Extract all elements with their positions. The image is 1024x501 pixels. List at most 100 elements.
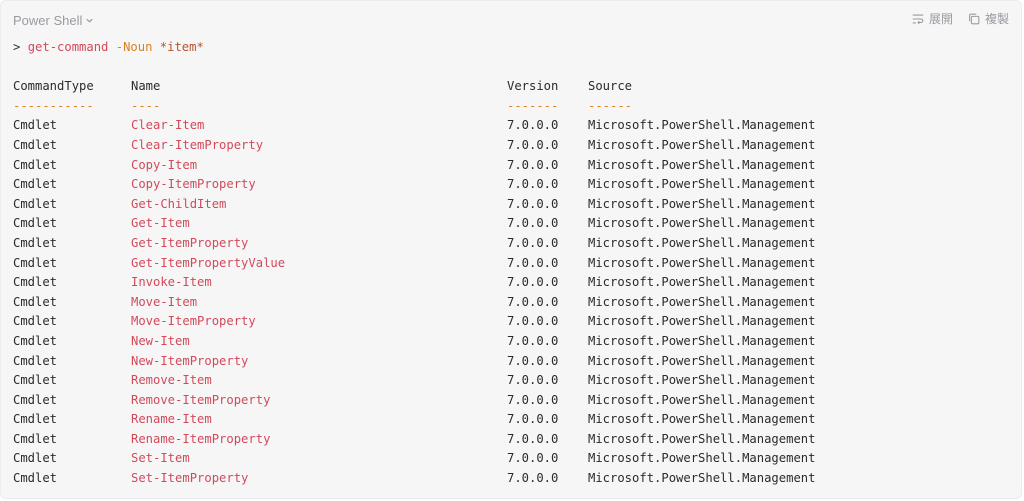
cell-version: 7.0.0.0 <box>507 451 559 466</box>
cell-version: 7.0.0.0 <box>507 118 559 133</box>
cell-name: Copy-ItemProperty <box>131 177 256 192</box>
cell-name: Get-ChildItem <box>131 196 227 211</box>
cell-commandtype: Cmdlet <box>13 255 58 270</box>
cell-version: 7.0.0.0 <box>507 137 559 152</box>
cell-source: Microsoft.PowerShell.Management <box>588 373 816 388</box>
language-label: Power Shell <box>13 13 83 28</box>
table-body: Cmdlet Clear-Item 7.0.0.0 Microsoft.PowerSh… <box>13 116 815 488</box>
cell-source: Microsoft.PowerShell.Management <box>588 157 816 172</box>
table-row: Cmdlet New-Item 7.0.0.0 Microsoft.PowerShel… <box>13 332 815 352</box>
copy-button[interactable]: 複製 <box>967 10 1009 27</box>
cell-source: Microsoft.PowerShell.Management <box>588 137 816 152</box>
command-line: > get-command -Noun *item* <box>13 38 815 58</box>
cell-commandtype: Cmdlet <box>13 373 58 388</box>
cell-commandtype: Cmdlet <box>13 235 58 250</box>
cell-name: Clear-ItemProperty <box>131 137 264 152</box>
prompt-symbol: > <box>13 40 21 54</box>
table-row: Cmdlet Set-Item 7.0.0.0 Microsoft.PowerShel… <box>13 449 815 469</box>
cell-version: 7.0.0.0 <box>507 235 559 250</box>
cell-version: 7.0.0.0 <box>507 471 559 486</box>
table-underline: ----------- ---- ------- ------ <box>13 97 815 117</box>
cell-name: Get-ItemProperty <box>131 235 249 250</box>
cell-commandtype: Cmdlet <box>13 333 58 348</box>
cell-version: 7.0.0.0 <box>507 157 559 172</box>
cell-commandtype: Cmdlet <box>13 196 58 211</box>
cell-name: Remove-Item <box>131 373 212 388</box>
cell-source: Microsoft.PowerShell.Management <box>588 392 816 407</box>
cell-version: 7.0.0.0 <box>507 333 559 348</box>
cell-commandtype: Cmdlet <box>13 275 58 290</box>
cell-name: Rename-ItemProperty <box>131 431 271 446</box>
cell-commandtype: Cmdlet <box>13 314 58 329</box>
cell-commandtype: Cmdlet <box>13 118 58 133</box>
cell-version: 7.0.0.0 <box>507 314 559 329</box>
cell-commandtype: Cmdlet <box>13 157 58 172</box>
table-row: Cmdlet Clear-Item 7.0.0.0 Microsoft.PowerSh… <box>13 116 815 136</box>
table-row: Cmdlet Get-ChildItem 7.0.0.0 Microsoft.Powe… <box>13 195 815 215</box>
cell-version: 7.0.0.0 <box>507 294 559 309</box>
wrap-lines-icon <box>912 14 924 24</box>
table-row: Cmdlet Copy-ItemProperty 7.0.0.0 Microsoft.… <box>13 175 815 195</box>
code-actions: 展開 複製 <box>911 10 1009 27</box>
copy-icon <box>969 13 980 24</box>
cell-name: Invoke-Item <box>131 275 212 290</box>
cell-commandtype: Cmdlet <box>13 431 58 446</box>
table-header: CommandType Name Version Source <box>13 77 815 97</box>
cell-source: Microsoft.PowerShell.Management <box>588 216 816 231</box>
cell-source: Microsoft.PowerShell.Management <box>588 118 816 133</box>
cell-source: Microsoft.PowerShell.Management <box>588 235 816 250</box>
table-row: Cmdlet Get-ItemPropertyValue 7.0.0.0 Micros… <box>13 254 815 274</box>
underline-version: ------- <box>507 98 559 113</box>
header-version: Version <box>507 79 559 94</box>
cell-version: 7.0.0.0 <box>507 255 559 270</box>
table-row: Cmdlet Set-ItemProperty 7.0.0.0 Microsoft.P… <box>13 469 815 489</box>
cell-name: New-Item <box>131 333 190 348</box>
header-commandtype: CommandType <box>13 79 94 94</box>
cell-name: Get-Item <box>131 216 190 231</box>
cell-name: Get-ItemPropertyValue <box>131 255 286 270</box>
cell-version: 7.0.0.0 <box>507 431 559 446</box>
cell-source: Microsoft.PowerShell.Management <box>588 314 816 329</box>
header-source: Source <box>588 79 633 94</box>
expand-button[interactable]: 展開 <box>911 10 953 27</box>
header-name: Name <box>131 79 161 94</box>
table-row: Cmdlet Rename-ItemProperty 7.0.0.0 Microsof… <box>13 430 815 450</box>
cell-version: 7.0.0.0 <box>507 412 559 427</box>
table-row: Cmdlet New-ItemProperty 7.0.0.0 Microsoft.P… <box>13 352 815 372</box>
cell-commandtype: Cmdlet <box>13 137 58 152</box>
command-parameter: -Noun <box>115 40 153 54</box>
command-argument: *item* <box>159 40 204 54</box>
cell-commandtype: Cmdlet <box>13 353 58 368</box>
cell-name: Copy-Item <box>131 157 198 172</box>
cell-commandtype: Cmdlet <box>13 177 58 192</box>
underline-name: ---- <box>131 98 161 113</box>
expand-label: 展開 <box>928 12 953 26</box>
cell-commandtype: Cmdlet <box>13 392 58 407</box>
cell-version: 7.0.0.0 <box>507 177 559 192</box>
table-row: Cmdlet Remove-Item 7.0.0.0 Microsoft.PowerS… <box>13 371 815 391</box>
cell-source: Microsoft.PowerShell.Management <box>588 294 816 309</box>
table-row: Cmdlet Move-ItemProperty 7.0.0.0 Microsoft.… <box>13 312 815 332</box>
cell-commandtype: Cmdlet <box>13 471 58 486</box>
cell-source: Microsoft.PowerShell.Management <box>588 275 816 290</box>
cell-source: Microsoft.PowerShell.Management <box>588 451 816 466</box>
cell-source: Microsoft.PowerShell.Management <box>588 431 816 446</box>
command-name: get-command <box>27 40 109 54</box>
cell-source: Microsoft.PowerShell.Management <box>588 177 816 192</box>
table-row: Cmdlet Get-Item 7.0.0.0 Microsoft.PowerShel… <box>13 214 815 234</box>
cell-version: 7.0.0.0 <box>507 353 559 368</box>
cell-source: Microsoft.PowerShell.Management <box>588 196 816 211</box>
cell-commandtype: Cmdlet <box>13 216 58 231</box>
cell-name: Clear-Item <box>131 118 205 133</box>
cell-version: 7.0.0.0 <box>507 275 559 290</box>
cell-name: Rename-Item <box>131 412 212 427</box>
table-row: Cmdlet Move-Item 7.0.0.0 Microsoft.PowerShe… <box>13 293 815 313</box>
table-row: Cmdlet Copy-Item 7.0.0.0 Microsoft.PowerShe… <box>13 156 815 176</box>
cell-version: 7.0.0.0 <box>507 216 559 231</box>
cell-commandtype: Cmdlet <box>13 294 58 309</box>
cell-source: Microsoft.PowerShell.Management <box>588 333 816 348</box>
language-selector[interactable]: Power Shell <box>13 13 94 28</box>
cell-version: 7.0.0.0 <box>507 373 559 388</box>
underline-commandtype: ----------- <box>13 98 94 113</box>
